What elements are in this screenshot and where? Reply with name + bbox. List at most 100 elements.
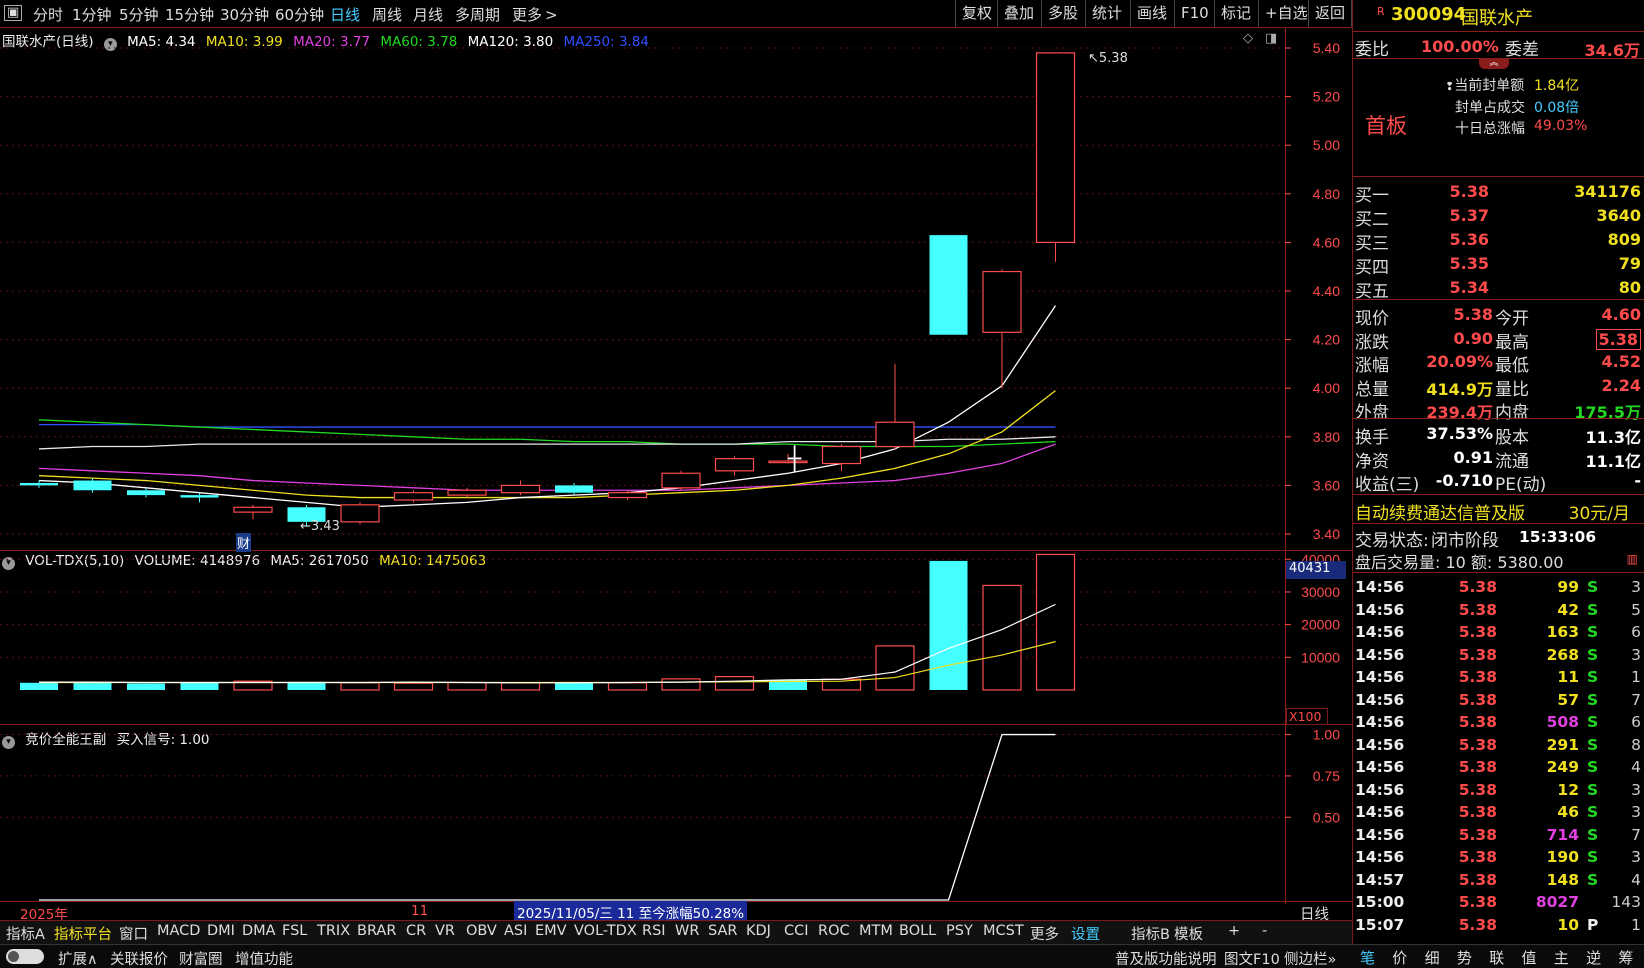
add-favorite-button[interactable]: +自选 — [1258, 0, 1314, 27]
tick-row[interactable]: 14:56 5.38 57 S 7 — [1353, 691, 1644, 714]
tab-1min[interactable]: 1分钟 — [72, 4, 112, 25]
sidebar-button[interactable]: 侧边栏» — [1284, 948, 1336, 968]
indicator-tab-macd[interactable]: MACD — [157, 923, 200, 939]
right-tab-value[interactable]: 值 — [1522, 947, 1537, 968]
tick-row[interactable]: 14:56 5.38 714 S 7 — [1353, 826, 1644, 849]
indicator-tab-psy[interactable]: PSY — [946, 923, 973, 939]
financial-report-marker[interactable]: 财 — [236, 533, 252, 552]
indicator-tab-mtm[interactable]: MTM — [859, 923, 893, 939]
chart-canvas[interactable]: 5.40 5.20 5.00 4.80 4.60 4.40 4.20 4.00 3.80 3.60… — [0, 28, 1352, 904]
indicator-tab-more[interactable]: 更多 — [1030, 923, 1059, 944]
right-tab-chips[interactable]: 筹 — [1618, 947, 1633, 968]
multi-stock-button[interactable]: 多股 — [1041, 0, 1084, 27]
right-tab-trades[interactable]: 笔 — [1360, 947, 1375, 968]
f10-link[interactable]: 图文F10 — [1224, 948, 1280, 968]
bid-row[interactable]: 买五 5.34 80 — [1353, 276, 1644, 302]
tick-row[interactable]: 14:56 5.38 99 S 3 — [1353, 578, 1644, 601]
bid-row[interactable]: 买二 5.37 3640 — [1353, 204, 1644, 230]
tick-row[interactable]: 14:56 5.38 42 S 5 — [1353, 601, 1644, 624]
indicator-tab-minus[interactable]: - — [1262, 923, 1267, 939]
expand-button[interactable]: 扩展∧ — [58, 948, 98, 968]
indicator-tab-wr[interactable]: WR — [675, 923, 699, 939]
indicator-tab-rsi[interactable]: RSI — [642, 923, 666, 939]
indicator-tab-window[interactable]: 窗口 — [119, 923, 148, 944]
tab-30min[interactable]: 30分钟 — [220, 4, 269, 25]
right-tab-related[interactable]: 联 — [1489, 947, 1504, 968]
tab-daily[interactable]: 日线 — [330, 4, 360, 25]
indicator-tab-plus[interactable]: + — [1228, 923, 1240, 939]
indicator-tab-fsl[interactable]: FSL — [282, 923, 307, 939]
indicator-tab-obv[interactable]: OBV — [466, 923, 497, 939]
tick-row[interactable]: 15:07 5.38 10 P 1 — [1353, 916, 1644, 939]
bid-row[interactable]: 买一 5.38 341176 — [1353, 180, 1644, 206]
indicator-tab-template[interactable]: 模板 — [1174, 923, 1203, 944]
tab-15min[interactable]: 15分钟 — [165, 4, 214, 25]
indicator-tab-vol-tdx[interactable]: VOL-TDX — [574, 923, 637, 939]
indicator-tab-brar[interactable]: BRAR — [357, 923, 396, 939]
indicator-tab-emv[interactable]: EMV — [535, 923, 567, 939]
tick-row[interactable]: 14:57 5.38 148 S 4 — [1353, 871, 1644, 894]
tab-5min[interactable]: 5分钟 — [119, 4, 159, 25]
overlay-button[interactable]: 叠加 — [997, 0, 1040, 27]
tick-row[interactable]: 15:00 5.38 8027 143 — [1353, 893, 1644, 916]
indicator-tab-cci[interactable]: CCI — [784, 923, 809, 939]
tab-minute[interactable]: 分时 — [33, 4, 63, 25]
restore-rights-button[interactable]: 复权 — [955, 0, 998, 27]
right-tab-trend[interactable]: 势 — [1457, 947, 1472, 968]
mark-button[interactable]: 标记 — [1214, 0, 1257, 27]
back-button[interactable]: 返回 — [1308, 0, 1352, 27]
tick-row[interactable]: 14:56 5.38 190 S 3 — [1353, 848, 1644, 871]
right-tab-price[interactable]: 价 — [1392, 947, 1407, 968]
indicator-tab-dmi[interactable]: DMI — [207, 923, 235, 939]
indicator-tab-roc[interactable]: ROC — [818, 923, 850, 939]
indicator-tab-dma[interactable]: DMA — [242, 923, 276, 939]
signal-tick-label: 0.75 — [1313, 768, 1340, 784]
promo-price[interactable]: 30元/月 — [1569, 499, 1630, 524]
indicator-tab-kdj[interactable]: KDJ — [746, 923, 771, 939]
tick-time: 14:56 — [1355, 803, 1405, 821]
toggle-switch[interactable] — [6, 949, 44, 964]
tab-more[interactable]: 更多 > — [512, 4, 558, 25]
right-tab-reverse[interactable]: 逆 — [1586, 947, 1601, 968]
menu-icon[interactable]: ▣ — [4, 5, 23, 21]
related-quote-button[interactable]: 关联报价 — [110, 948, 168, 968]
statistics-button[interactable]: 统计 — [1085, 0, 1128, 27]
indicator-tab-indicator-b[interactable]: 指标B — [1131, 923, 1170, 944]
tick-row[interactable]: 14:56 5.38 291 S 8 — [1353, 736, 1644, 759]
value-add-button[interactable]: 增值功能 — [235, 948, 293, 968]
wealth-circle-button[interactable]: 财富圈 — [179, 948, 223, 968]
indicator-tab-vr[interactable]: VR — [435, 923, 455, 939]
divider — [1353, 418, 1644, 419]
bid-row[interactable]: 买三 5.36 809 — [1353, 228, 1644, 254]
indicator-tab-cr[interactable]: CR — [406, 923, 426, 939]
tab-monthly[interactable]: 月线 — [413, 4, 443, 25]
bid-row[interactable]: 买四 5.35 79 — [1353, 252, 1644, 278]
info-icon[interactable]: ❢ — [1445, 80, 1454, 93]
tick-row[interactable]: 14:56 5.38 46 S 3 — [1353, 803, 1644, 826]
indicator-tab-trix[interactable]: TRIX — [317, 923, 350, 939]
indicator-tab-sar[interactable]: SAR — [708, 923, 737, 939]
indicator-tab-asi[interactable]: ASI — [504, 923, 527, 939]
tick-row[interactable]: 14:56 5.38 268 S 3 — [1353, 646, 1644, 669]
promo-text[interactable]: 自动续费通达信普及版 — [1355, 499, 1525, 524]
tick-row[interactable]: 14:56 5.38 12 S 3 — [1353, 781, 1644, 804]
help-link[interactable]: 普及版功能说明 — [1115, 948, 1217, 968]
indicator-tab-mcst[interactable]: MCST — [983, 923, 1024, 939]
tick-row[interactable]: 14:56 5.38 249 S 4 — [1353, 758, 1644, 781]
draw-line-button[interactable]: 画线 — [1130, 0, 1173, 27]
right-tab-detail[interactable]: 细 — [1425, 947, 1440, 968]
tab-multi-period[interactable]: 多周期 — [455, 4, 500, 25]
tab-weekly[interactable]: 周线 — [372, 4, 402, 25]
indicator-tab-indicator-platform[interactable]: 指标平台 — [54, 923, 112, 944]
tick-row[interactable]: 14:56 5.38 508 S 6 — [1353, 713, 1644, 736]
calendar-icon[interactable]: ▥ — [1627, 552, 1638, 566]
indicator-tab-settings[interactable]: 设置 — [1071, 923, 1100, 944]
tick-row[interactable]: 14:56 5.38 163 S 6 — [1353, 623, 1644, 646]
indicator-tab-indicator-a[interactable]: 指标A — [6, 923, 45, 944]
collapse-icon[interactable]: ︽ — [1479, 58, 1509, 69]
right-tab-main[interactable]: 主 — [1554, 947, 1569, 968]
tab-60min[interactable]: 60分钟 — [275, 4, 324, 25]
indicator-tab-boll[interactable]: BOLL — [899, 923, 936, 939]
tick-row[interactable]: 14:56 5.38 11 S 1 — [1353, 668, 1644, 691]
f10-button[interactable]: F10 — [1174, 0, 1215, 27]
